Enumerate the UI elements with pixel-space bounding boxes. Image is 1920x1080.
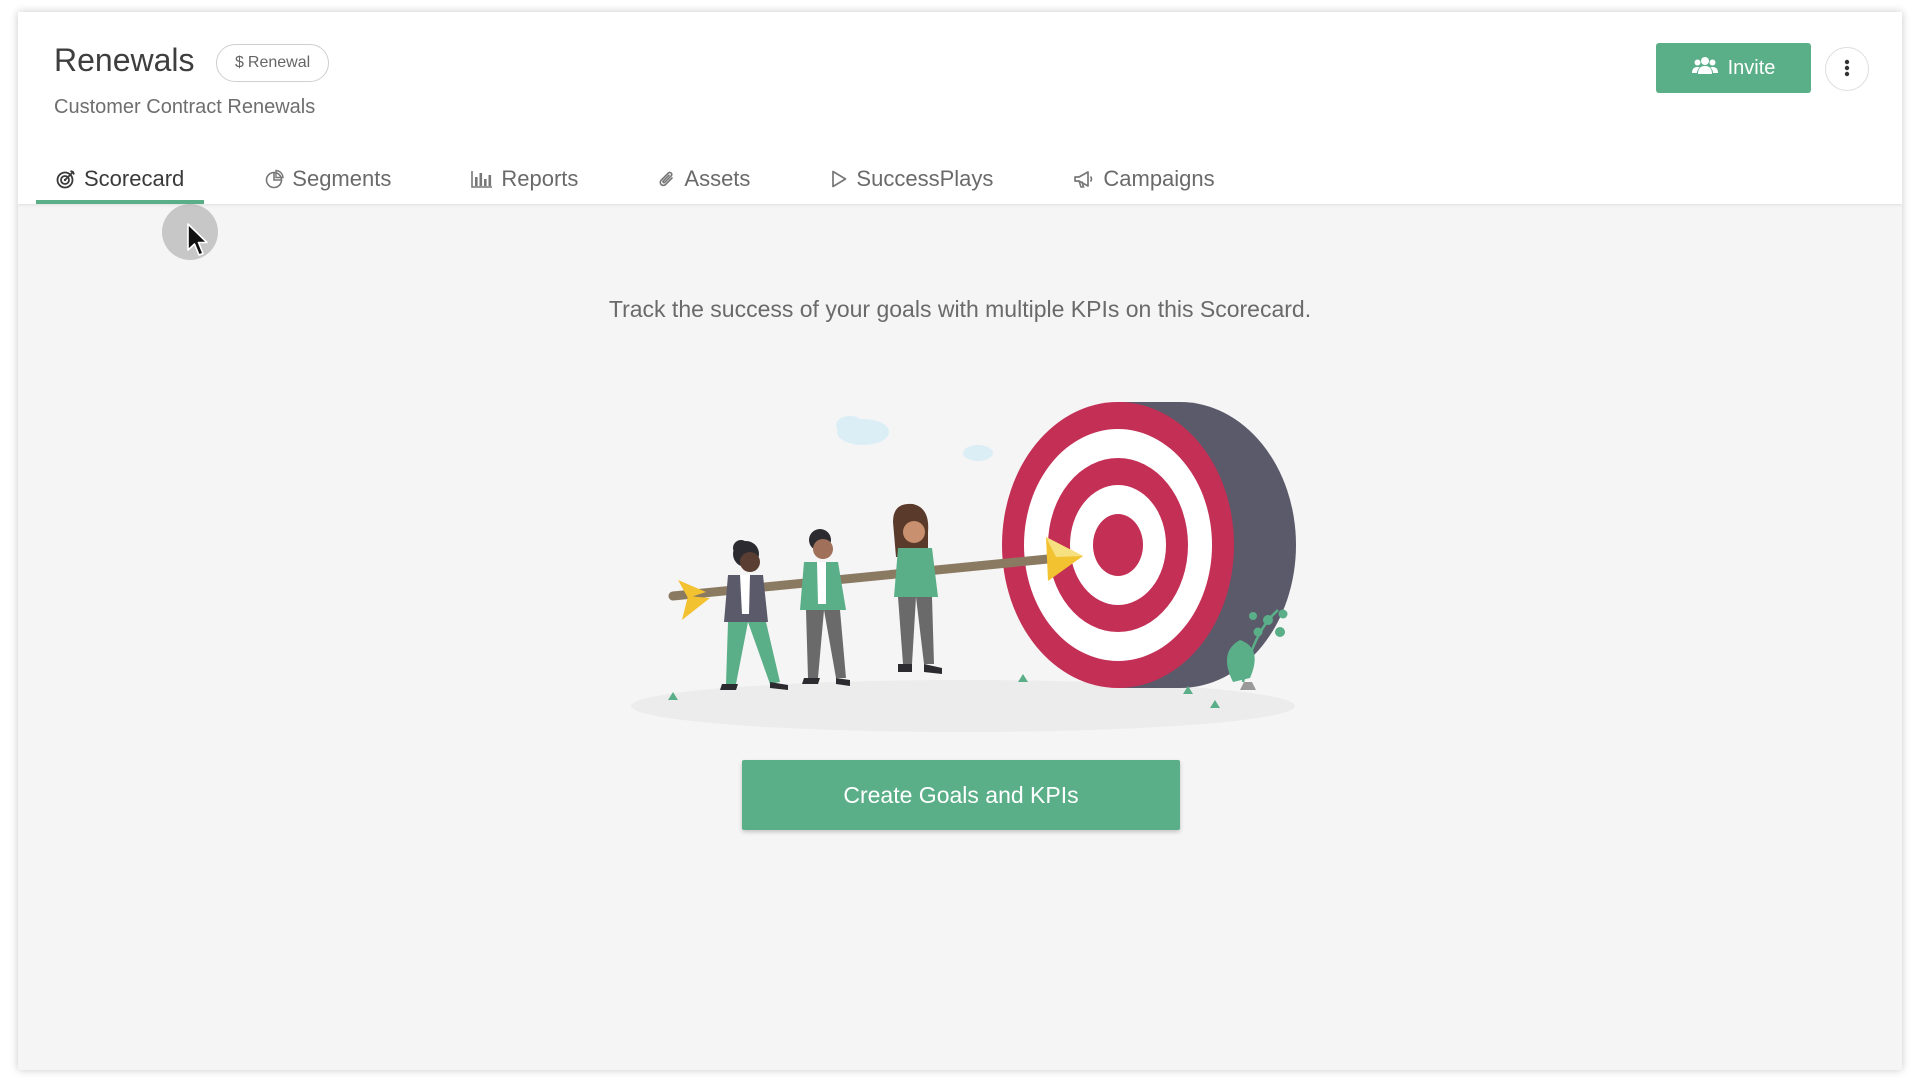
bar-chart-icon [471, 170, 493, 188]
vertical-ellipsis-icon [1844, 59, 1850, 80]
invite-button[interactable]: Invite [1656, 43, 1811, 93]
pie-chart-icon [264, 169, 285, 189]
page-subtitle: Customer Contract Renewals [54, 96, 316, 118]
more-options-button[interactable] [1825, 47, 1869, 91]
users-icon [1691, 55, 1718, 81]
tab-reports[interactable]: Reports [451, 154, 598, 204]
badge-label: Renewal [247, 54, 311, 71]
invite-label: Invite [1727, 56, 1776, 79]
play-icon [830, 169, 848, 189]
tab-label: Segments [292, 166, 392, 191]
page-title: Renewals [54, 42, 195, 78]
target-teamwork-illustration [631, 402, 1296, 732]
empty-state-message: Track the success of your goals with mul… [608, 296, 1312, 322]
mouse-pointer-icon [187, 223, 208, 256]
tab-label: Scorecard [84, 166, 185, 191]
tab-segments[interactable]: Segments [244, 154, 411, 204]
megaphone-icon [1073, 169, 1095, 189]
tab-campaigns[interactable]: Campaigns [1053, 154, 1234, 204]
page-header: Renewals $ Renewal Customer Contract Ren… [18, 12, 1902, 204]
tab-label: Campaigns [1103, 166, 1215, 191]
tab-successplays[interactable]: SuccessPlays [810, 154, 1013, 204]
app-window: Renewals $ Renewal Customer Contract Ren… [18, 12, 1902, 1070]
dollar-icon: $ [235, 54, 244, 71]
tab-assets[interactable]: Assets [638, 154, 770, 204]
target-icon [56, 169, 76, 189]
paperclip-icon [658, 169, 676, 189]
create-goals-kpis-button[interactable]: Create Goals and KPIs [742, 760, 1180, 830]
tab-label: Reports [501, 166, 579, 191]
tab-label: SuccessPlays [856, 166, 994, 191]
tab-scorecard[interactable]: Scorecard [36, 154, 205, 204]
tab-label: Assets [684, 166, 751, 191]
tab-bar: Scorecard Segments Reports Assets Succes… [36, 154, 1235, 204]
renewal-badge: $ Renewal [216, 44, 330, 82]
